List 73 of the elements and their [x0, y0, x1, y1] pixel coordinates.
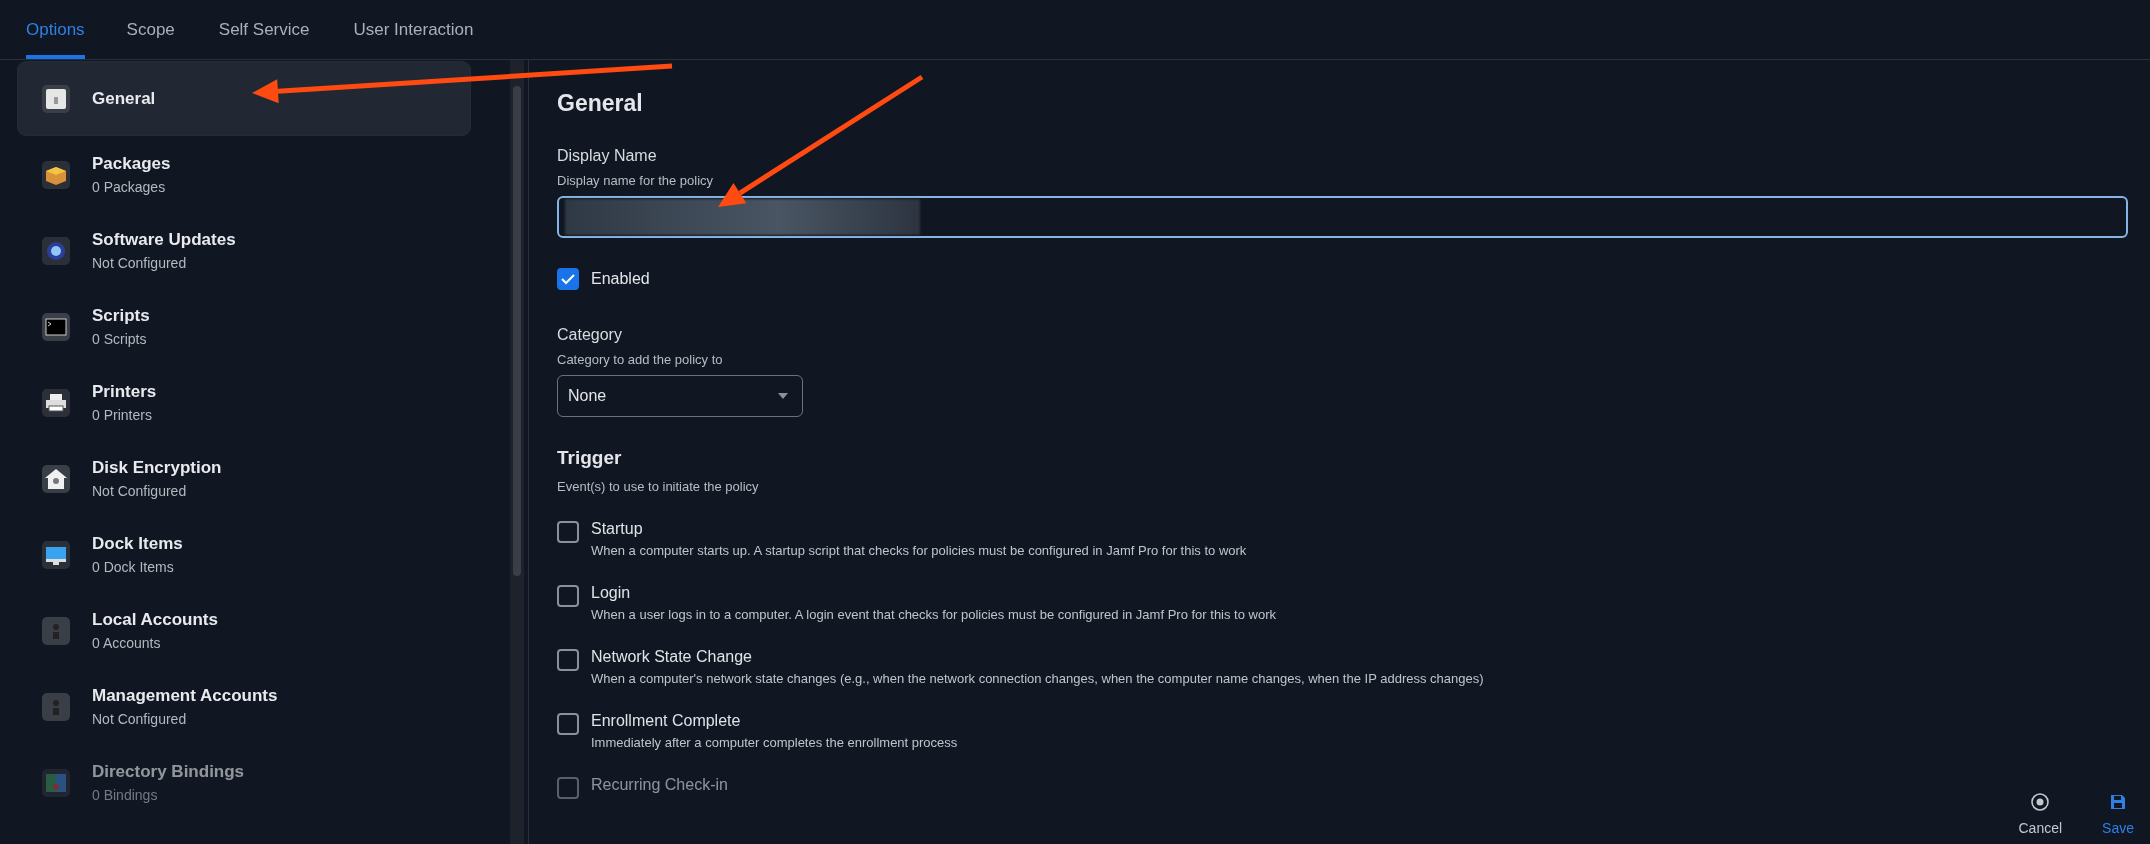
- option-label: Recurring Check-in: [591, 776, 728, 794]
- cancel-button[interactable]: Cancel: [2018, 792, 2063, 836]
- sidebar-item[interactable]: Printers 0 Printers: [18, 366, 470, 439]
- sidebar-item[interactable]: Software Updates Not Configured: [18, 214, 470, 287]
- item-subtitle: 0 Printers: [92, 407, 153, 423]
- sidebar-item[interactable]: Dock Items 0 Dock Items: [18, 518, 470, 591]
- section-heading: General: [557, 90, 644, 117]
- field-label: Display Name: [557, 147, 658, 165]
- item-title: Packages: [92, 154, 171, 174]
- item-title: Scripts: [92, 306, 150, 326]
- checkbox-label: Enabled: [591, 270, 650, 288]
- checkbox[interactable]: [557, 585, 579, 607]
- item-title: Printers: [92, 382, 157, 402]
- caret-icon: [778, 393, 788, 399]
- item-subtitle: Not Configured: [92, 711, 188, 727]
- checkbox[interactable]: [557, 777, 579, 799]
- option-description: When a computer's network state changes (e.g., when the network connection changes, when the computer name changes, when the IP address changes): [591, 671, 1484, 686]
- item-subtitle: 0 Bindings: [92, 787, 159, 803]
- house-icon: [40, 462, 72, 495]
- item-subtitle: 0 Accounts: [92, 635, 162, 651]
- sidebar-item[interactable]: Packages 0 Packages: [18, 138, 470, 211]
- input-field[interactable]: [557, 196, 2128, 238]
- tab[interactable]: Scope: [126, 0, 199, 59]
- item-title: Software Updates: [92, 230, 236, 250]
- field-help: Category to add the policy to: [557, 352, 724, 367]
- cancel-icon: [2030, 792, 2051, 812]
- option-label: Network State Change: [591, 648, 753, 666]
- box-icon: [40, 158, 72, 191]
- sidebar-item[interactable]: Directory Bindings 0 Bindings: [18, 746, 470, 819]
- item-subtitle: 0 Scripts: [92, 331, 148, 347]
- section-title: Trigger: [557, 447, 623, 469]
- person-icon: [40, 690, 72, 723]
- item-title: Local Accounts: [92, 610, 218, 630]
- terminal-icon: [40, 310, 72, 343]
- category-dropdown[interactable]: None: [557, 375, 803, 417]
- save-button[interactable]: Save: [2102, 792, 2134, 836]
- checkbox[interactable]: [557, 649, 579, 671]
- item-title: Management Accounts: [92, 686, 278, 706]
- item-title: Disk Encryption: [92, 458, 222, 478]
- check-icon: [561, 273, 575, 285]
- item-subtitle: Not Configured: [92, 483, 188, 499]
- option-label: Login: [591, 584, 632, 602]
- scrollbar[interactable]: [510, 60, 524, 844]
- checkbox[interactable]: [557, 521, 579, 543]
- checkbox[interactable]: [557, 268, 579, 290]
- item-subtitle: 0 Packages: [92, 179, 167, 195]
- sidebar-item[interactable]: Scripts 0 Scripts: [18, 290, 470, 363]
- sidebar-item[interactable]: Disk Encryption Not Configured: [18, 442, 470, 515]
- option-description: Immediately after a computer completes the enrollment process: [591, 735, 958, 750]
- option-description: When a user logs in to a computer. A login event that checks for policies must be configured in Jamf Pro for this to work: [591, 607, 1276, 622]
- sidebar-item[interactable]: General: [18, 62, 470, 135]
- field-label: Category: [557, 326, 623, 344]
- map-icon: [40, 766, 72, 799]
- option-label: Enrollment Complete: [591, 712, 742, 730]
- item-subtitle: Not Configured: [92, 255, 188, 271]
- item-title: Directory Bindings: [92, 762, 245, 782]
- printer-icon: [40, 386, 72, 419]
- checkbox[interactable]: [557, 713, 579, 735]
- window-icon: [40, 82, 72, 115]
- field-help: Display name for the policy: [557, 173, 715, 188]
- monitor-icon: [40, 538, 72, 571]
- globe-icon: [40, 234, 72, 267]
- field-help: Event(s) to use to initiate the policy: [557, 479, 760, 494]
- sidebar-item[interactable]: Local Accounts 0 Accounts: [18, 594, 470, 667]
- option-description: When a computer starts up. A startup script that checks for policies must be configured in Jamf Pro for this to work: [591, 543, 1247, 558]
- tab[interactable]: Self Service: [218, 0, 334, 59]
- tab[interactable]: User Interaction: [353, 0, 498, 59]
- item-title: General: [92, 88, 156, 109]
- item-subtitle: 0 Dock Items: [92, 559, 175, 575]
- sidebar-item[interactable]: Management Accounts Not Configured: [18, 670, 470, 743]
- person-icon: [40, 614, 72, 647]
- option-label: Startup: [591, 520, 644, 538]
- item-title: Dock Items: [92, 534, 183, 554]
